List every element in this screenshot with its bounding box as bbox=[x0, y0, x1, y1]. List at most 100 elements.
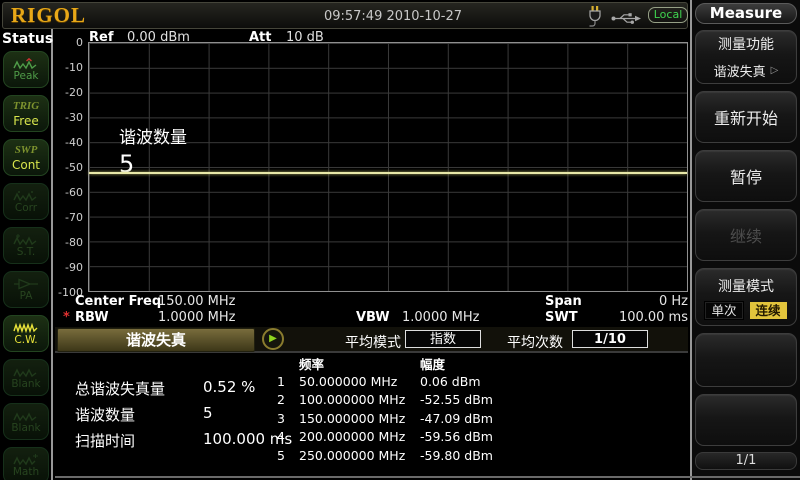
harmonic-freq: 50.000000 MHz bbox=[299, 374, 417, 389]
status-cw: C.W. bbox=[3, 315, 49, 352]
center-freq-value: 150.00 MHz bbox=[158, 294, 235, 309]
status-preamp: PA bbox=[3, 271, 49, 308]
bottom-divider bbox=[55, 476, 800, 478]
cw-waveform-icon bbox=[13, 322, 39, 334]
table-row: 5 250.000000 MHz -59.80 dBm bbox=[263, 446, 515, 465]
corr-waveform-icon bbox=[13, 190, 39, 202]
status-math: Math bbox=[3, 447, 49, 480]
y-tick: 0 bbox=[56, 36, 83, 49]
span-value: 0 Hz bbox=[659, 294, 688, 309]
softkey-measure-mode[interactable]: 测量模式 单次 连续 bbox=[695, 268, 797, 326]
table-row: 2 100.000000 MHz -52.55 dBm bbox=[263, 391, 515, 410]
submenu-arrow-icon: ▷ bbox=[771, 65, 779, 76]
harmonic-freq: 100.000000 MHz bbox=[299, 392, 417, 407]
softkey-pause[interactable]: 暂停 bbox=[695, 150, 797, 202]
harmonic-distortion-tab: 谐波失真 bbox=[57, 328, 255, 352]
softkey-restart[interactable]: 重新开始 bbox=[695, 91, 797, 143]
sweep-time-label: 扫描时间 bbox=[75, 430, 135, 451]
harmonic-amp: 0.06 dBm bbox=[420, 374, 515, 389]
local-status-badge: Local bbox=[648, 7, 688, 23]
harmonic-freq: 150.000000 MHz bbox=[299, 411, 417, 426]
math-waveform-icon bbox=[13, 454, 39, 466]
harmonic-index: 2 bbox=[263, 392, 285, 407]
trig-mode: Free bbox=[13, 115, 38, 127]
rigol-logo: RIGOL bbox=[11, 3, 86, 28]
freq-column-header: 频率 bbox=[299, 354, 417, 373]
harmonic-index: 4 bbox=[263, 429, 285, 444]
menu-page-indicator: 1/1 bbox=[695, 452, 797, 470]
harmonic-amp: -47.09 dBm bbox=[420, 411, 515, 426]
y-tick: -90 bbox=[56, 261, 83, 274]
top-bar: RIGOL 09:57:49 2010-10-27 Local bbox=[2, 2, 688, 29]
avg-count-value: 1/10 bbox=[572, 330, 648, 348]
softkey-menu: Measure 测量功能 谐波失真 ▷ 重新开始 暂停 继续 测量模式 单次 连… bbox=[690, 0, 800, 480]
vbw-value: 1.0000 MHz bbox=[402, 310, 479, 325]
y-tick: -50 bbox=[56, 161, 83, 174]
status-blank-1: Blank bbox=[3, 359, 49, 396]
swt-value: 100.00 ms bbox=[619, 310, 688, 325]
softkey-measure-function[interactable]: 测量功能 谐波失真 ▷ bbox=[695, 30, 797, 84]
harmonic-count-overlay-label: 谐波数量 bbox=[119, 123, 187, 148]
y-tick: -80 bbox=[56, 236, 83, 249]
avg-count-label: 平均次数 bbox=[507, 332, 563, 352]
rbw-label: RBW bbox=[75, 310, 109, 325]
status-peak-label: Peak bbox=[14, 71, 39, 82]
center-freq-label: Center Freq bbox=[75, 294, 161, 309]
results-panel: 总谐波失真量 0.52 % 谐波数量 5 扫描时间 100.000 ms 频率 … bbox=[55, 353, 688, 474]
rbw-uncoupled-flag: * bbox=[63, 310, 70, 325]
blank-waveform-icon bbox=[13, 410, 39, 422]
status-corr: Corr bbox=[3, 183, 49, 220]
harm-count-value: 5 bbox=[203, 404, 213, 422]
measure-mode-single[interactable]: 单次 bbox=[705, 302, 742, 319]
measure-mode-label: 测量模式 bbox=[718, 276, 774, 296]
y-tick: -30 bbox=[56, 111, 83, 124]
softkey-resume-disabled: 继续 bbox=[695, 209, 797, 261]
status-blank-1-label: Blank bbox=[11, 379, 40, 390]
harmonic-amp: -59.80 dBm bbox=[420, 448, 515, 463]
harmonic-freq: 250.000000 MHz bbox=[299, 448, 417, 463]
harmonic-index: 5 bbox=[263, 448, 285, 463]
spectrum-analyzer-screen: RIGOL 09:57:49 2010-10-27 Local bbox=[0, 0, 800, 480]
rbw-value: 1.0000 MHz bbox=[158, 310, 235, 325]
table-row: 3 150.000000 MHz -47.09 dBm bbox=[263, 409, 515, 428]
span-label: Span bbox=[545, 294, 582, 309]
table-row: 4 200.000000 MHz -59.56 dBm bbox=[263, 428, 515, 447]
harmonic-index: 1 bbox=[263, 374, 285, 389]
harmonic-amp: -52.55 dBm bbox=[420, 392, 515, 407]
avg-mode-label: 平均模式 bbox=[345, 332, 401, 352]
swp-mode: Cont bbox=[12, 159, 40, 171]
signal-trace bbox=[89, 172, 687, 174]
harmonic-index: 3 bbox=[263, 411, 285, 426]
status-pa-label: PA bbox=[20, 291, 33, 302]
thd-label: 总谐波失真量 bbox=[75, 378, 165, 399]
preamp-icon bbox=[13, 278, 39, 290]
measure-mode-continuous[interactable]: 连续 bbox=[750, 302, 787, 319]
harmonics-table: 频率 幅度 1 50.000000 MHz 0.06 dBm 2 100.000… bbox=[263, 355, 515, 465]
table-row: 1 50.000000 MHz 0.06 dBm bbox=[263, 372, 515, 391]
status-math-label: Math bbox=[13, 467, 39, 478]
harmonic-freq: 200.000000 MHz bbox=[299, 429, 417, 444]
status-sidebar: Status Peak TRIG Free SWP Cont Corr bbox=[0, 29, 53, 480]
softkey-blank-1[interactable] bbox=[695, 333, 797, 387]
amp-column-header: 幅度 bbox=[420, 354, 515, 373]
thd-value: 0.52 % bbox=[203, 378, 255, 396]
status-blank-2-label: Blank bbox=[11, 423, 40, 434]
status-sweep: SWP Cont bbox=[3, 139, 49, 176]
status-corr-label: Corr bbox=[15, 203, 37, 214]
status-st-label: S.T. bbox=[17, 247, 36, 258]
datetime-display: 09:57:49 2010-10-27 bbox=[253, 9, 533, 24]
vbw-label: VBW bbox=[356, 310, 390, 325]
y-tick: -40 bbox=[56, 136, 83, 149]
peak-waveform-icon bbox=[13, 58, 39, 70]
y-tick: -10 bbox=[56, 61, 83, 74]
softkey-blank-2[interactable] bbox=[695, 394, 797, 446]
harmonic-amp: -59.56 dBm bbox=[420, 429, 515, 444]
status-title: Status bbox=[0, 29, 51, 51]
harmonics-table-header: 频率 幅度 bbox=[263, 355, 515, 372]
status-blank-2: Blank bbox=[3, 403, 49, 440]
measure-function-label: 测量功能 bbox=[718, 34, 774, 54]
avg-mode-value: 指数 bbox=[405, 330, 481, 348]
y-axis-ticks: 0 -10 -20 -30 -40 -50 -60 -70 -80 -90 -1… bbox=[56, 42, 85, 292]
usb-host-icon bbox=[611, 10, 643, 29]
status-cw-label: C.W. bbox=[14, 335, 37, 346]
